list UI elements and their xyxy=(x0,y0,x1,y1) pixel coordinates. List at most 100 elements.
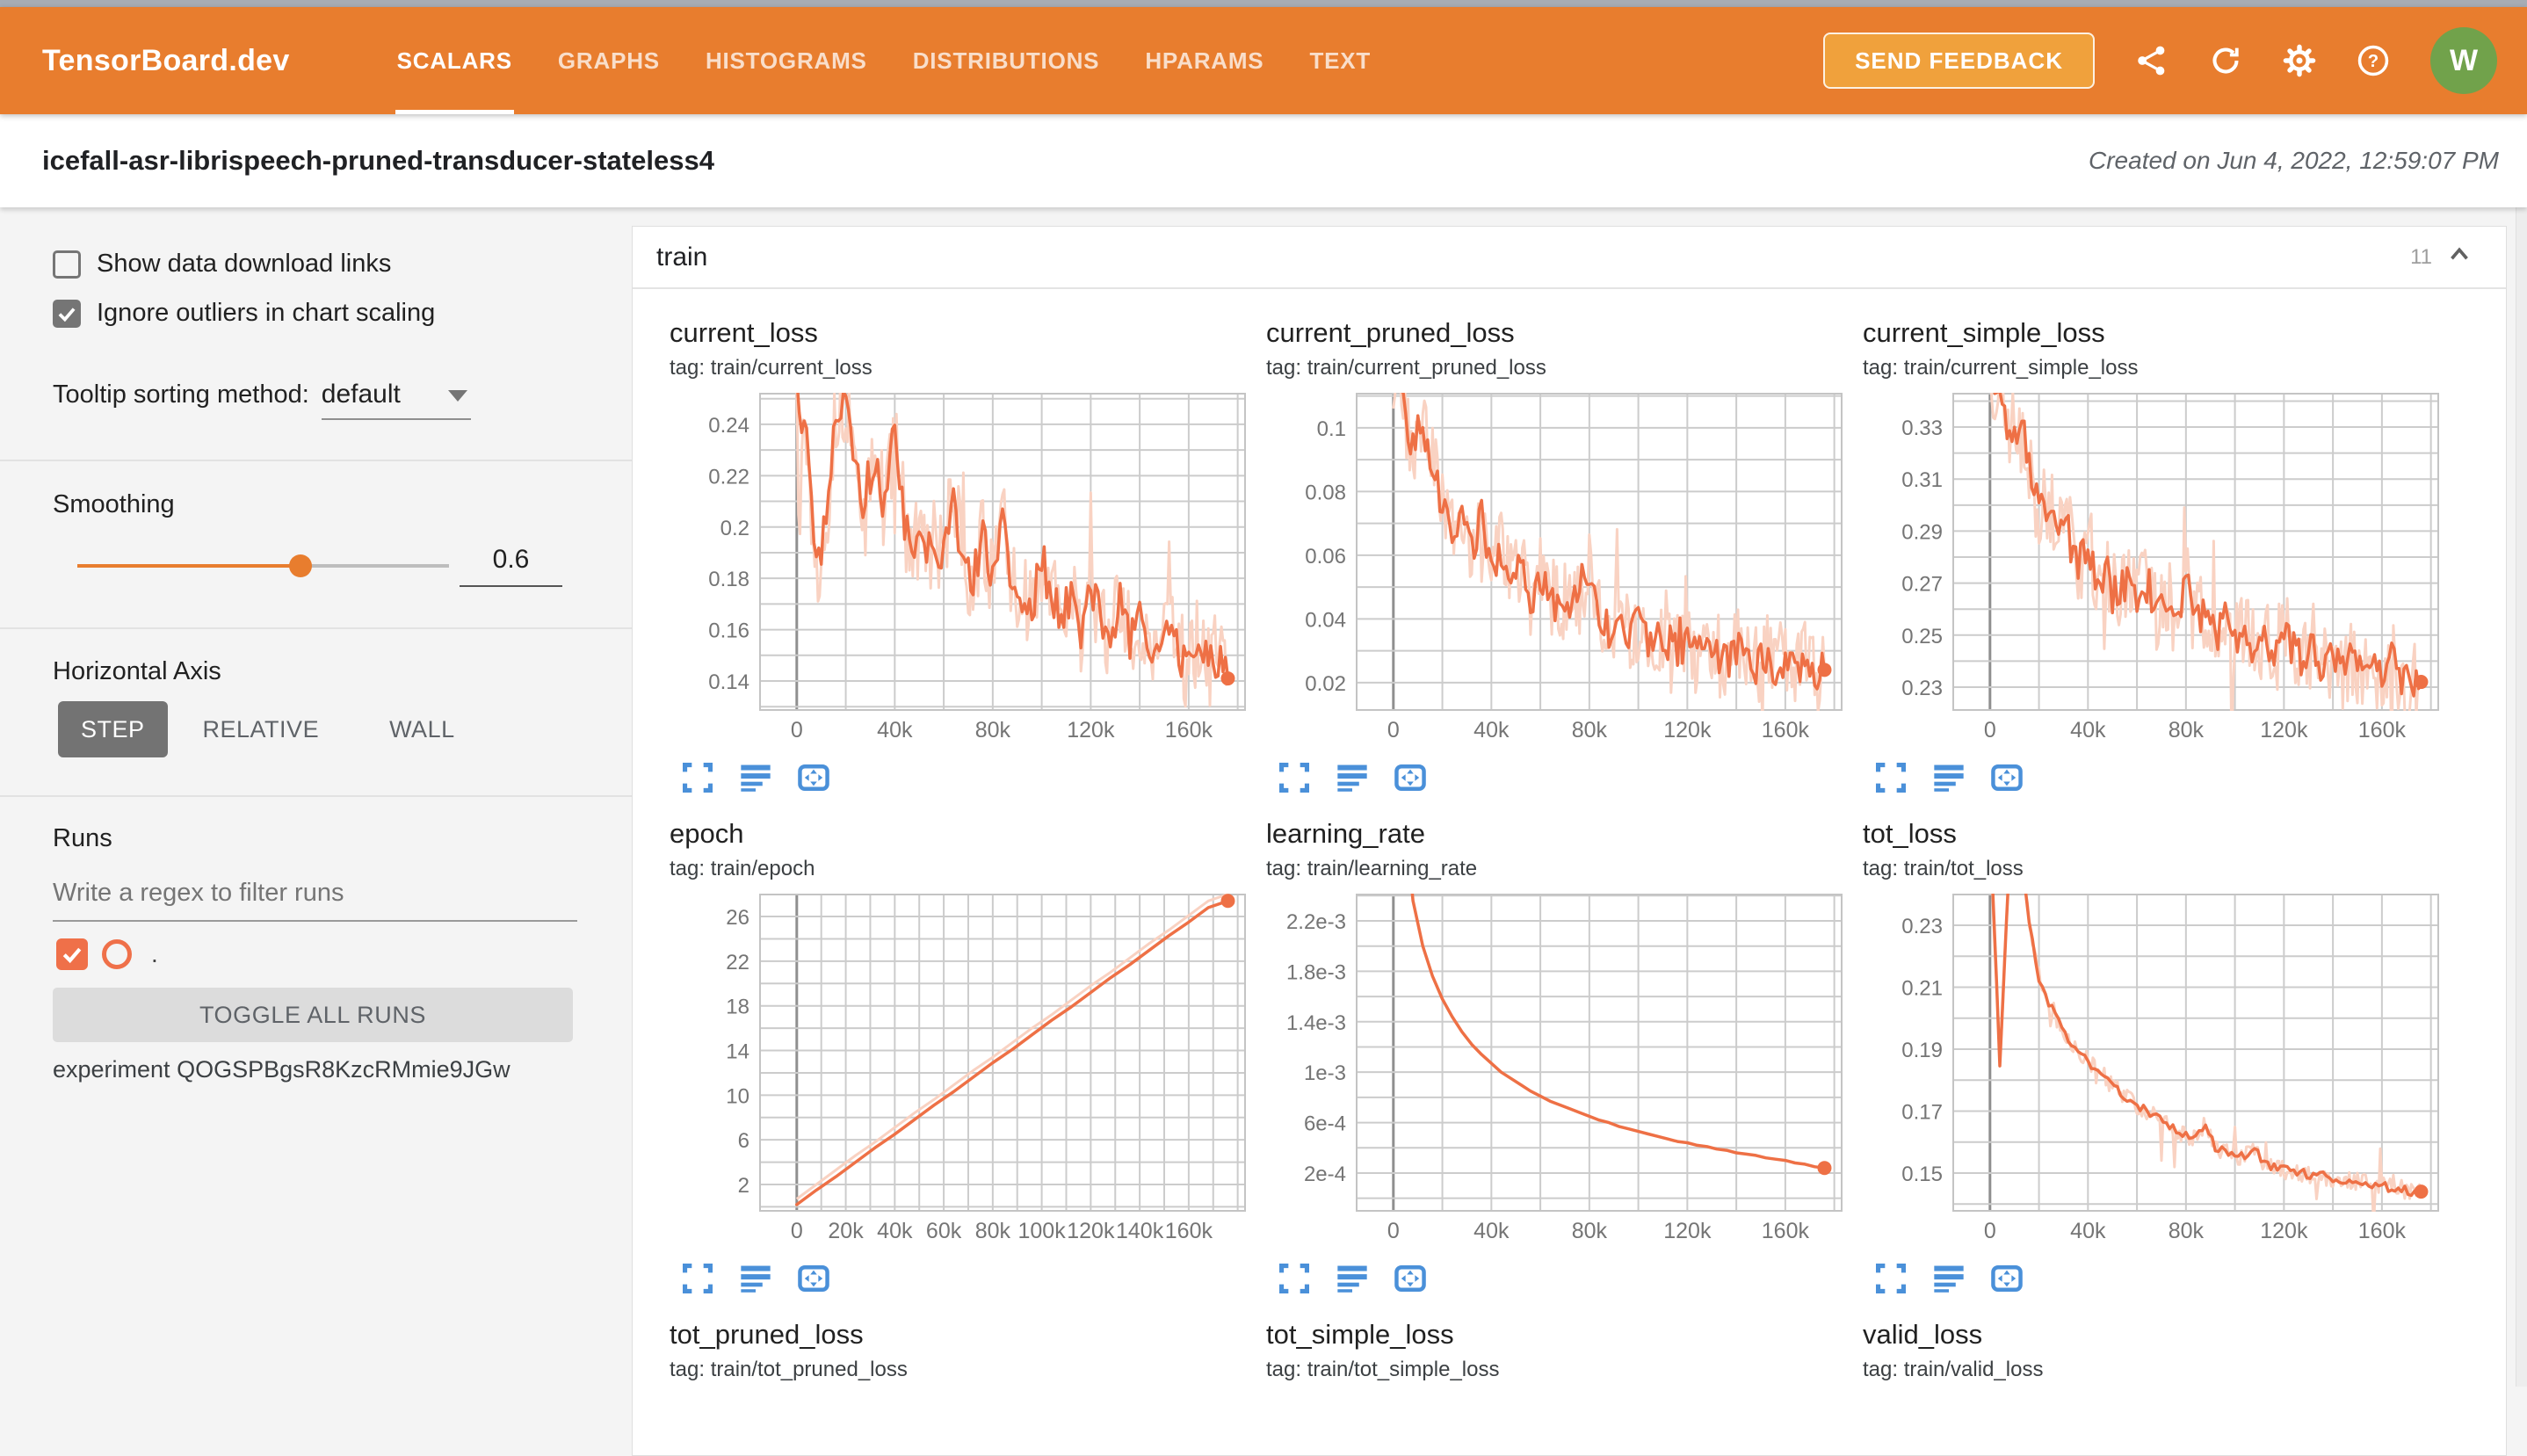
ignore-outliers-checkbox[interactable] xyxy=(53,300,81,328)
expand-icon[interactable] xyxy=(680,760,715,795)
chart-title: tot_pruned_loss xyxy=(670,1319,864,1351)
chart-actions xyxy=(680,760,831,795)
tooltip-sorting-dropdown[interactable]: default xyxy=(322,380,471,420)
expand-icon[interactable] xyxy=(1873,760,1908,795)
section-title: train xyxy=(656,243,707,272)
svg-text:0.24: 0.24 xyxy=(708,414,749,438)
tab-hparams[interactable]: HPARAMS xyxy=(1143,7,1265,114)
experiment-id: experiment QOGSPBgsR8KzcRMmie9JGw xyxy=(0,1056,684,1083)
svg-text:0.22: 0.22 xyxy=(708,465,749,489)
svg-text:0.08: 0.08 xyxy=(1305,481,1346,504)
created-timestamp: Created on Jun 4, 2022, 12:59:07 PM xyxy=(2089,147,2499,175)
settings-sidebar: Show data download links Ignore outliers… xyxy=(0,207,632,1387)
svg-text:26: 26 xyxy=(726,906,749,930)
show-download-row: Show data download links xyxy=(0,250,684,279)
send-feedback-button[interactable]: SEND FEEDBACK xyxy=(1823,33,2095,89)
svg-text:1.4e-3: 1.4e-3 xyxy=(1286,1011,1346,1035)
window-top-strip xyxy=(0,0,2527,7)
log-scale-icon[interactable] xyxy=(738,760,773,795)
axis-relative-button[interactable]: RELATIVE xyxy=(168,701,355,757)
svg-text:160k: 160k xyxy=(1762,718,1810,742)
svg-text:0.23: 0.23 xyxy=(1901,915,1943,938)
svg-text:0: 0 xyxy=(1984,1219,1996,1243)
horizontal-axis-buttons: STEP RELATIVE WALL xyxy=(0,701,690,757)
tab-graphs[interactable]: GRAPHS xyxy=(556,7,662,114)
chart-actions xyxy=(1873,760,2024,795)
run-color-swatch[interactable] xyxy=(102,939,132,969)
runs-filter-input[interactable] xyxy=(53,879,577,922)
chart-tag: tag: train/tot_simple_loss xyxy=(1266,1358,1499,1382)
log-scale-icon[interactable] xyxy=(1931,1261,1966,1296)
chart-tag: tag: train/tot_pruned_loss xyxy=(670,1358,908,1382)
svg-text:140k: 140k xyxy=(1116,1219,1164,1243)
svg-text:6: 6 xyxy=(738,1129,749,1153)
svg-text:0: 0 xyxy=(791,718,803,742)
chart-actions xyxy=(680,1261,831,1296)
svg-text:100k: 100k xyxy=(1017,1219,1066,1243)
log-scale-icon[interactable] xyxy=(1931,760,1966,795)
chart-title: current_simple_loss xyxy=(1863,317,2105,349)
chart-plot[interactable]: 261014182226020k40k60k80k100k120k140k160… xyxy=(670,894,1249,1245)
svg-text:40k: 40k xyxy=(2070,718,2106,742)
chart-plot[interactable]: 0.140.160.180.20.220.24040k80k120k160k xyxy=(670,393,1249,744)
app-logo[interactable]: TensorBoard.dev xyxy=(42,44,290,78)
show-download-checkbox[interactable] xyxy=(53,250,81,279)
svg-text:160k: 160k xyxy=(1165,718,1213,742)
log-scale-icon[interactable] xyxy=(738,1261,773,1296)
expand-icon[interactable] xyxy=(1277,760,1312,795)
chevron-down-icon xyxy=(448,390,467,402)
share-icon[interactable] xyxy=(2135,44,2169,77)
refresh-icon[interactable] xyxy=(2209,44,2242,77)
vertical-scrollbar[interactable] xyxy=(2516,207,2527,1387)
train-section-card: train 11 current_loss tag: train/current… xyxy=(632,226,2507,1456)
expand-icon[interactable] xyxy=(1277,1261,1312,1296)
nav-tabs: SCALARS GRAPHS HISTOGRAMS DISTRIBUTIONS … xyxy=(395,7,1373,114)
fit-domain-icon[interactable] xyxy=(1393,760,1428,795)
svg-text:80k: 80k xyxy=(1572,718,1608,742)
svg-text:2.2e-3: 2.2e-3 xyxy=(1286,910,1346,934)
svg-text:6e-4: 6e-4 xyxy=(1304,1112,1346,1136)
axis-step-button[interactable]: STEP xyxy=(58,701,168,757)
help-icon[interactable]: ? xyxy=(2357,44,2390,77)
fit-domain-icon[interactable] xyxy=(1393,1261,1428,1296)
svg-text:160k: 160k xyxy=(1165,1219,1213,1243)
smoothing-slider[interactable] xyxy=(77,564,449,568)
chart-title: current_pruned_loss xyxy=(1266,317,1515,349)
gear-icon[interactable] xyxy=(2283,44,2316,77)
expand-icon[interactable] xyxy=(1873,1261,1908,1296)
toggle-all-runs-button[interactable]: TOGGLE ALL RUNS xyxy=(53,988,573,1042)
axis-wall-button[interactable]: WALL xyxy=(354,701,490,757)
svg-text:0.23: 0.23 xyxy=(1901,677,1943,700)
chevron-up-icon[interactable] xyxy=(2444,240,2474,274)
chart-plot[interactable]: 0.020.040.060.080.1040k80k120k160k xyxy=(1266,393,1846,744)
train-section-header[interactable]: train 11 xyxy=(633,227,2506,289)
tab-histograms[interactable]: HISTOGRAMS xyxy=(704,7,869,114)
tab-text[interactable]: TEXT xyxy=(1307,7,1372,114)
svg-text:80k: 80k xyxy=(1572,1219,1608,1243)
svg-text:120k: 120k xyxy=(1067,1219,1115,1243)
svg-text:0.1: 0.1 xyxy=(1317,417,1346,441)
chart-title: tot_simple_loss xyxy=(1266,1319,1454,1351)
smoothing-value[interactable]: 0.6 xyxy=(460,545,562,587)
tab-distributions[interactable]: DISTRIBUTIONS xyxy=(911,7,1102,114)
tab-scalars[interactable]: SCALARS xyxy=(395,7,514,114)
log-scale-icon[interactable] xyxy=(1335,1261,1370,1296)
smoothing-slider-fill xyxy=(77,564,300,568)
expand-icon[interactable] xyxy=(680,1261,715,1296)
fit-domain-icon[interactable] xyxy=(796,760,831,795)
chart-plot[interactable]: 2e-46e-41e-31.4e-31.8e-32.2e-3040k80k120… xyxy=(1266,894,1846,1245)
svg-text:0: 0 xyxy=(1984,718,1996,742)
fit-domain-icon[interactable] xyxy=(1989,760,2024,795)
avatar[interactable]: W xyxy=(2430,27,2497,94)
svg-text:160k: 160k xyxy=(2358,1219,2407,1243)
fit-domain-icon[interactable] xyxy=(796,1261,831,1296)
svg-text:80k: 80k xyxy=(975,1219,1011,1243)
smoothing-slider-handle[interactable] xyxy=(289,554,312,577)
run-row: . xyxy=(0,938,688,970)
tooltip-sorting-row: Tooltip sorting method: default xyxy=(0,380,684,420)
chart-plot[interactable]: 0.230.250.270.290.310.33040k80k120k160k xyxy=(1863,393,2443,744)
run-checkbox[interactable] xyxy=(56,938,88,970)
log-scale-icon[interactable] xyxy=(1335,760,1370,795)
fit-domain-icon[interactable] xyxy=(1989,1261,2024,1296)
chart-plot[interactable]: 0.150.170.190.210.23040k80k120k160k xyxy=(1863,894,2443,1245)
